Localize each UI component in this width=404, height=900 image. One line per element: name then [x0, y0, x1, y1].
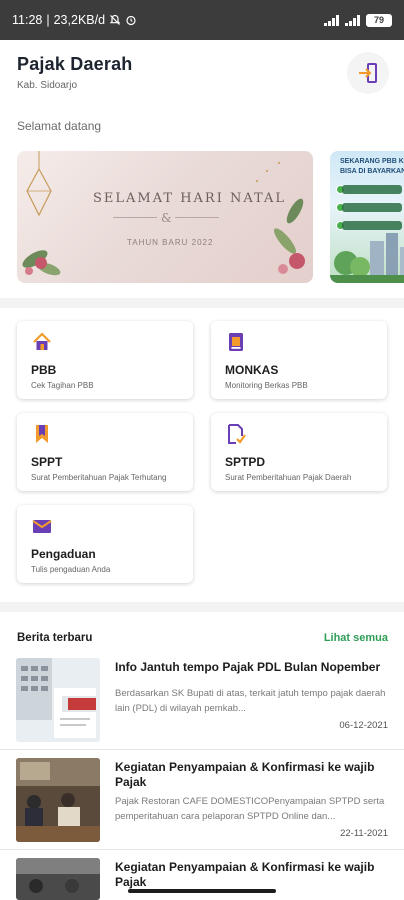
- logout-button[interactable]: [347, 52, 389, 94]
- document-folder-icon: [229, 333, 243, 351]
- banner-christmas[interactable]: SELAMAT HARI NATAL & TAHUN BARU 2022: [17, 151, 313, 283]
- banner-ampersand: &: [161, 211, 172, 225]
- menu-card-subtitle: Tulis pengaduan Anda: [31, 565, 111, 574]
- signal-icon: [324, 14, 339, 26]
- news-title: Kegiatan Penyampaian & Konfirmasi ke waj…: [115, 860, 375, 889]
- menu-card-subtitle: Surat Pemberitahuan Pajak Daerah: [225, 473, 352, 482]
- see-all-link[interactable]: Lihat semua: [324, 632, 388, 644]
- banner2-item-3: [342, 221, 402, 230]
- news-item[interactable]: Info Jantuh tempo Pajak PDL Bulan Nopemb…: [0, 650, 404, 750]
- banner-divider-left: [113, 217, 157, 218]
- status-separator: |: [46, 13, 50, 27]
- alarm-icon: [126, 15, 136, 26]
- banner2-item-2: [342, 203, 402, 212]
- news-description: Berdasarkan SK Bupati di atas, terkait j…: [115, 688, 386, 714]
- banner2-headline: SEKARANG PBB KAB BISA DI BAYARKAN: [340, 157, 404, 177]
- news-thumbnail: [16, 658, 100, 742]
- mail-icon: [32, 520, 52, 533]
- document-check-icon: [228, 424, 246, 444]
- banner2-item-1: [342, 185, 402, 194]
- news-photo-image: [16, 858, 100, 900]
- menu-card-subtitle: Monitoring Berkas PBB: [225, 381, 308, 390]
- menu-card-pengaduan[interactable]: Pengaduan Tulis pengaduan Anda: [17, 505, 193, 583]
- signal-icon-2: [345, 14, 360, 26]
- menu-card-title: SPPT: [31, 455, 63, 469]
- network-speed: 23,2KB/d: [53, 13, 106, 27]
- battery-icon: 79: [366, 13, 392, 27]
- meeting-photo-image: [16, 758, 100, 842]
- app-title: Pajak Daerah: [17, 54, 133, 74]
- banner-divider-right: [175, 217, 219, 218]
- menu-card-title: SPTPD: [225, 455, 266, 469]
- news-heading: Berita terbaru: [17, 632, 93, 644]
- menu-card-pbb[interactable]: PBB Cek Tagihan PBB: [17, 321, 193, 399]
- menu-card-title: PBB: [31, 363, 57, 377]
- menu-card-subtitle: Cek Tagihan PBB: [31, 381, 94, 390]
- app-subtitle: Kab. Sidoarjo: [17, 80, 78, 91]
- banner2-line-2: BISA DI BAYARKAN: [340, 168, 404, 175]
- app-header: Pajak Daerah Kab. Sidoarjo: [0, 40, 404, 112]
- news-thumbnail: [16, 758, 100, 842]
- menu-card-subtitle: Surat Pemberitahuan Pajak Terhutang: [31, 473, 167, 482]
- status-time: 11:28: [12, 13, 43, 27]
- news-description: Pajak Restoran CAFE DOMESTICOPenyampaian…: [115, 796, 385, 822]
- logout-icon: [359, 63, 377, 83]
- news-title: Info Jantuh tempo Pajak PDL Bulan Nopemb…: [115, 660, 381, 674]
- banner-title: SELAMAT HARI NATAL: [93, 191, 287, 206]
- city-skyline-graphic: [330, 233, 404, 283]
- news-thumbnail: [16, 858, 100, 900]
- menu-card-title: Pengaduan: [31, 547, 96, 561]
- bookmark-icon: [36, 425, 48, 443]
- banner2-line-1: SEKARANG PBB KAB: [340, 158, 404, 165]
- menu-card-monkas[interactable]: MONKAS Monitoring Berkas PBB: [211, 321, 387, 399]
- calculator-document-image: [16, 658, 100, 742]
- news-date: 06-12-2021: [339, 720, 388, 731]
- welcome-text: Selamat datang: [17, 119, 102, 133]
- menu-card-sptpd[interactable]: SPTPD Surat Pemberitahuan Pajak Daerah: [211, 413, 387, 491]
- section-divider: [0, 298, 404, 308]
- menu-card-sppt[interactable]: SPPT Surat Pemberitahuan Pajak Terhutang: [17, 413, 193, 491]
- banner-payment-info[interactable]: SEKARANG PBB KAB BISA DI BAYARKAN: [330, 151, 404, 283]
- news-item[interactable]: Kegiatan Penyampaian & Konfirmasi ke waj…: [0, 750, 404, 850]
- mute-icon: [109, 14, 121, 25]
- banner-subtitle: TAHUN BARU 2022: [127, 238, 214, 247]
- home-indicator[interactable]: [128, 889, 276, 893]
- home-icon: [33, 332, 51, 350]
- news-date: 22-11-2021: [340, 828, 388, 839]
- section-divider: [0, 602, 404, 612]
- banner-carousel[interactable]: SELAMAT HARI NATAL & TAHUN BARU 2022 SEK…: [17, 151, 404, 283]
- menu-card-title: MONKAS: [225, 363, 279, 377]
- news-title: Kegiatan Penyampaian & Konfirmasi ke waj…: [115, 760, 375, 789]
- status-bar: 11:28 | 23,2KB/d 79: [0, 0, 404, 40]
